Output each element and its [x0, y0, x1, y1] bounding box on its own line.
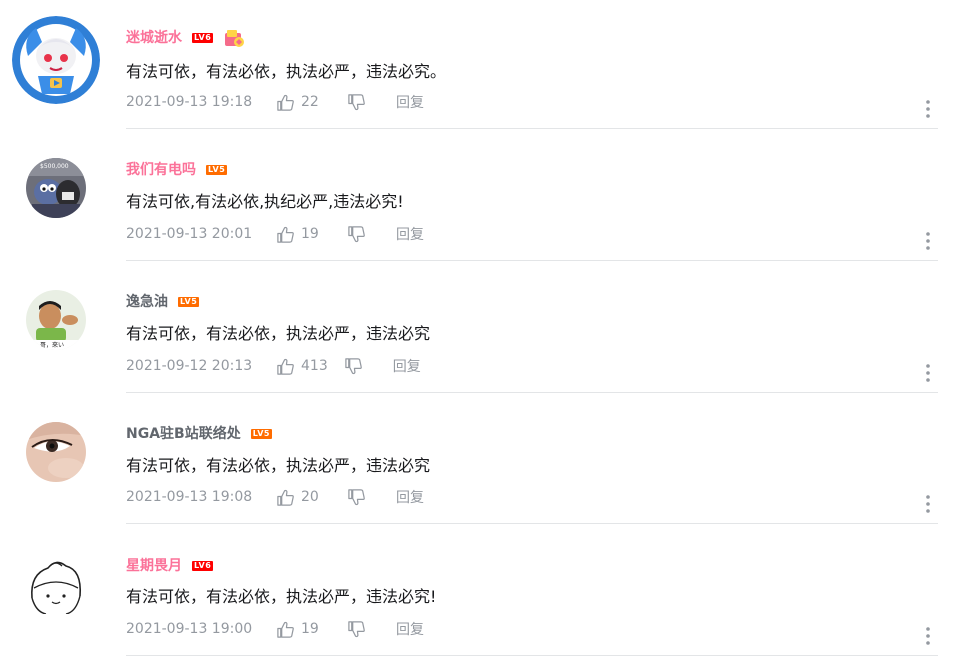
username[interactable]: 星期畏月 — [126, 556, 182, 576]
reply-button[interactable]: 回复 — [396, 92, 424, 112]
thumbs-up-icon — [277, 94, 294, 111]
comment-text: 有法可依，有法必依，执法必严，违法必究 — [126, 456, 431, 475]
comment-meta: 2021-09-13 19:08 20 回复 — [126, 487, 424, 507]
dislike-button[interactable] — [347, 488, 366, 507]
reply-button[interactable]: 回复 — [396, 487, 424, 507]
avatar[interactable] — [12, 16, 100, 104]
divider — [126, 523, 938, 524]
line-drawing-avatar-icon — [26, 554, 86, 614]
comment-meta: 2021-09-13 19:00 19 回复 — [126, 619, 424, 639]
level-badge: LV5 — [178, 297, 200, 307]
reply-button[interactable]: 回复 — [393, 356, 421, 376]
dislike-button[interactable] — [347, 225, 366, 244]
comment-list: 迷城逝水 LV6 有法可依，有法必依，执法必严，违法必究。 2021-09-13… — [0, 0, 965, 665]
avatar[interactable] — [26, 554, 86, 614]
like-count: 20 — [301, 489, 319, 505]
anime-girl-avatar-icon — [12, 16, 100, 104]
reply-button[interactable]: 回复 — [396, 619, 424, 639]
thumbs-down-icon — [345, 357, 362, 374]
thumbs-up-icon — [277, 226, 294, 243]
comment-meta: 2021-09-13 20:01 19 回复 — [126, 224, 424, 244]
timestamp: 2021-09-13 19:00 — [126, 621, 253, 637]
timestamp: 2021-09-13 19:18 — [126, 94, 253, 110]
user-row: 我们有电吗 LV5 — [126, 160, 228, 180]
like-button[interactable]: 20 — [276, 488, 325, 507]
level-badge: LV6 — [192, 561, 214, 571]
like-count: 19 — [301, 226, 319, 242]
dislike-button[interactable] — [344, 357, 363, 376]
fan-medal-icon — [223, 27, 245, 49]
user-row: 逸急油 LV5 — [126, 292, 200, 312]
more-options-icon[interactable] — [920, 363, 936, 383]
timestamp: 2021-09-13 19:08 — [126, 489, 253, 505]
user-row: 迷城逝水 LV6 — [126, 28, 245, 48]
thumbs-up-icon — [277, 621, 294, 638]
avatar[interactable]: 哥，來い — [26, 290, 86, 350]
like-button[interactable]: 413 — [276, 357, 328, 376]
divider — [126, 128, 938, 129]
comment-meta: 2021-09-13 19:18 22 回复 — [126, 92, 424, 112]
more-options-icon[interactable] — [920, 231, 936, 251]
username[interactable]: 逸急油 — [126, 292, 168, 312]
thumbs-down-icon — [348, 225, 365, 242]
more-options-icon[interactable] — [920, 626, 936, 646]
thumbs-down-icon — [348, 620, 365, 637]
thumbs-up-icon — [277, 358, 294, 375]
divider — [126, 392, 938, 393]
more-options-icon[interactable] — [920, 494, 936, 514]
like-count: 413 — [301, 358, 328, 374]
comment-item: $500,000 我们有电吗 LV5 有法可依,有法必依,执纪必严,违法必究! … — [0, 132, 965, 264]
divider — [126, 655, 938, 656]
eye-closeup-avatar-icon — [26, 422, 86, 482]
user-row: 星期畏月 LV6 — [126, 556, 214, 576]
avatar-caption: 哥，來い — [40, 342, 64, 349]
level-badge: LV6 — [192, 33, 214, 43]
dislike-button[interactable] — [347, 93, 366, 112]
avatar[interactable] — [26, 422, 86, 482]
like-button[interactable]: 19 — [276, 225, 325, 244]
cartoon-cat-avatar-icon: $500,000 — [26, 158, 86, 218]
comment-text: 有法可依，有法必依，执法必严，违法必究 — [126, 324, 431, 343]
username[interactable]: NGA驻B站联络处 — [126, 424, 241, 444]
timestamp: 2021-09-13 20:01 — [126, 226, 253, 242]
avatar-caption: $500,000 — [40, 163, 69, 170]
level-badge: LV5 — [250, 429, 272, 439]
comment-text: 有法可依,有法必依,执纪必严,违法必究! — [126, 192, 404, 211]
username[interactable]: 迷城逝水 — [126, 28, 182, 48]
timestamp: 2021-09-12 20:13 — [126, 358, 253, 374]
comment-meta: 2021-09-12 20:13 413 回复 — [126, 356, 421, 376]
thumbs-up-icon — [277, 489, 294, 506]
comment-item: 迷城逝水 LV6 有法可依，有法必依，执法必严，违法必究。 2021-09-13… — [0, 0, 965, 132]
comment-item: NGA驻B站联络处 LV5 有法可依，有法必依，执法必严，违法必究 2021-0… — [0, 396, 965, 528]
like-count: 22 — [301, 94, 319, 110]
dislike-button[interactable] — [347, 620, 366, 639]
thumbs-down-icon — [348, 488, 365, 505]
like-count: 19 — [301, 621, 319, 637]
comment-text: 有法可依，有法必依，执法必严，违法必究。 — [126, 62, 447, 81]
user-row: NGA驻B站联络处 LV5 — [126, 424, 272, 444]
avatar[interactable]: $500,000 — [26, 158, 86, 218]
comment-text: 有法可依，有法必依，执法必严，违法必究! — [126, 587, 437, 606]
comment-item: 哥，來い 逸急油 LV5 有法可依，有法必依，执法必严，违法必究 2021-09… — [0, 264, 965, 396]
level-badge: LV5 — [206, 165, 228, 175]
like-button[interactable]: 22 — [276, 93, 325, 112]
username[interactable]: 我们有电吗 — [126, 160, 196, 180]
divider — [126, 260, 938, 261]
man-photo-avatar-icon: 哥，來い — [26, 290, 86, 350]
like-button[interactable]: 19 — [276, 620, 325, 639]
reply-button[interactable]: 回复 — [396, 224, 424, 244]
more-options-icon[interactable] — [920, 99, 936, 119]
thumbs-down-icon — [348, 93, 365, 110]
comment-item: 星期畏月 LV6 有法可依，有法必依，执法必严，违法必究! 2021-09-13… — [0, 528, 965, 660]
